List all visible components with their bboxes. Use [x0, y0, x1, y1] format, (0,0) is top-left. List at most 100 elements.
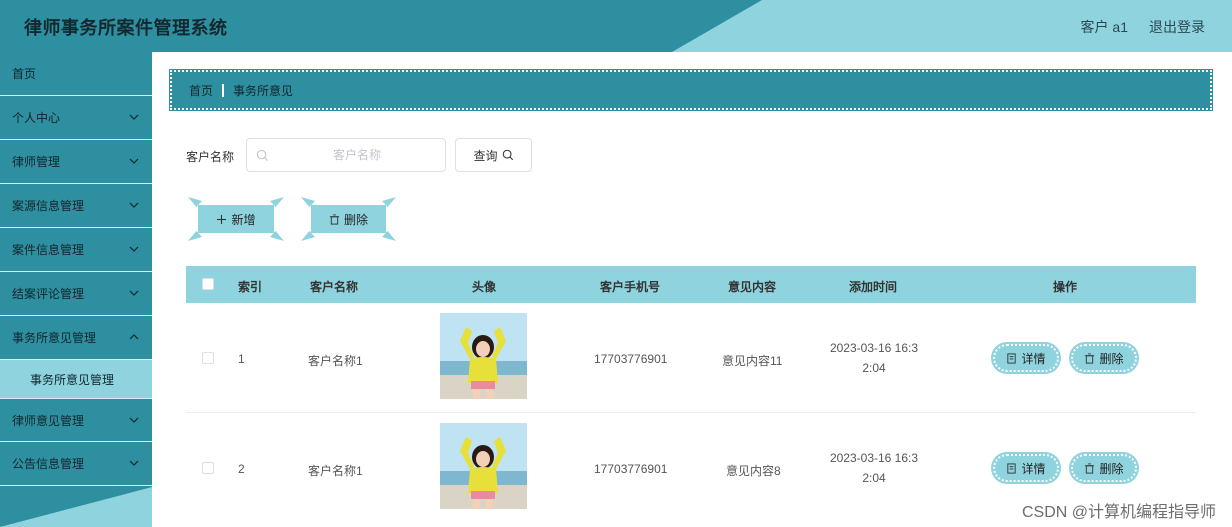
button-decoration [382, 231, 396, 241]
column-header: 客户手机号 [600, 280, 661, 294]
select-all-checkbox[interactable] [202, 278, 214, 290]
sidebar-item-label: 律师意见管理 [12, 413, 85, 428]
sidebar-item-label: 结案评论管理 [12, 287, 85, 301]
row-added-time-line: 2023-03-16 16:3 [829, 341, 919, 355]
chevron-down-icon [129, 246, 139, 252]
sidebar-item-case-source-management[interactable]: 案源信息管理 [0, 184, 152, 228]
document-icon [1007, 462, 1017, 474]
sidebar-item-label: 个人中心 [12, 111, 61, 125]
button-decoration [382, 197, 396, 207]
document-icon [1007, 352, 1017, 364]
plus-icon [217, 214, 227, 224]
row-delete-button[interactable]: 删除 [1071, 344, 1137, 372]
breadcrumb-home[interactable]: 首页 [189, 82, 213, 99]
column-header: 客户名称 [310, 280, 359, 294]
add-button[interactable]: 新增 [188, 197, 284, 241]
row-opinion: 意见内容11 [722, 354, 783, 368]
row-checkbox[interactable] [202, 352, 214, 364]
sidebar-item-label: 事务所意见管理 [12, 331, 97, 345]
column-header: 操作 [1053, 280, 1078, 294]
detail-button[interactable]: 详情 [993, 344, 1059, 372]
top-header: 律师事务所案件管理系统 客户 a1 退出登录 [0, 0, 1232, 52]
chevron-down-icon [129, 417, 139, 423]
sidebar-item-label: 律师管理 [12, 155, 61, 169]
query-button-label: 查询 [473, 148, 498, 163]
row-added-time: 2023-03-16 16:3 2:04 [819, 338, 929, 378]
sidebar-item-label: 案源信息管理 [12, 199, 85, 213]
sidebar-subitem-firm-opinion-management[interactable]: 事务所意见管理 [0, 360, 152, 398]
trash-icon [329, 213, 340, 225]
row-phone: 17703776901 [594, 352, 668, 366]
chevron-down-icon [129, 460, 139, 466]
chevron-up-icon [129, 334, 139, 340]
button-decoration [270, 197, 284, 207]
add-button-label: 新增 [231, 212, 256, 227]
batch-delete-button[interactable]: 删除 [301, 197, 396, 241]
column-header: 索引 [238, 280, 263, 294]
breadcrumb-separator [222, 83, 225, 97]
sidebar-item-personal-center[interactable]: 个人中心 [0, 96, 152, 140]
button-decoration [188, 197, 202, 207]
detail-button-label: 详情 [1021, 461, 1046, 476]
button-decoration [301, 197, 315, 207]
sidebar-item-lawyer-opinion-management[interactable]: 律师意见管理 [0, 398, 152, 442]
row-delete-label: 删除 [1099, 351, 1124, 366]
sidebar-item-announcement-management[interactable]: 公告信息管理 [0, 442, 152, 486]
button-decoration [188, 231, 202, 241]
button-decoration [270, 231, 284, 241]
sidebar-item-home[interactable]: 首页 [0, 52, 152, 96]
sidebar-item-label: 公告信息管理 [12, 457, 85, 471]
current-user[interactable]: 客户 a1 [1081, 17, 1128, 37]
row-delete-label: 删除 [1099, 461, 1124, 476]
sidebar-item-label: 案件信息管理 [12, 243, 85, 257]
row-index: 2 [238, 462, 245, 476]
row-checkbox[interactable] [202, 462, 214, 474]
detail-button[interactable]: 详情 [993, 454, 1059, 482]
table-header: 索引 客户名称 头像 客户手机号 意见内容 添加时间 操作 [186, 266, 1196, 303]
chevron-down-icon [129, 114, 139, 120]
sidebar-item-lawyer-management[interactable]: 律师管理 [0, 140, 152, 184]
row-opinion: 意见内容8 [726, 464, 781, 478]
sidebar-item-label: 事务所意见管理 [30, 372, 115, 387]
sidebar-item-firm-opinion-management[interactable]: 事务所意见管理 [0, 316, 152, 360]
avatar [440, 313, 527, 399]
batch-delete-label: 删除 [343, 212, 368, 227]
search-icon [502, 149, 513, 161]
trash-icon [1085, 352, 1095, 364]
search-icon [256, 149, 269, 162]
sidebar-item-case-info-management[interactable]: 案件信息管理 [0, 228, 152, 272]
column-header: 添加时间 [849, 280, 898, 294]
row-added-time-line: 2023-03-16 16:3 [829, 451, 919, 465]
search-input[interactable] [277, 139, 437, 171]
chevron-down-icon [129, 290, 139, 296]
row-customer-name: 客户名称1 [308, 354, 363, 368]
search-field [246, 138, 446, 172]
chevron-down-icon [129, 158, 139, 164]
header-decoration [672, 0, 1232, 52]
chevron-down-icon [129, 202, 139, 208]
breadcrumb: 首页 事务所意见 [169, 69, 1213, 111]
search-label: 客户名称 [186, 150, 235, 164]
row-added-time-line: 2:04 [862, 361, 886, 375]
query-button[interactable]: 查询 [455, 138, 532, 172]
row-phone: 17703776901 [594, 462, 668, 476]
sidebar: 首页 个人中心 律师管理 案源信息管理 案件信息管理 结案评论管理 事务所意见管… [0, 52, 152, 527]
row-index: 1 [238, 352, 245, 366]
column-header: 头像 [472, 280, 497, 294]
button-decoration [301, 231, 315, 241]
column-header: 意见内容 [728, 280, 777, 294]
opinion-table: 索引 客户名称 头像 客户手机号 意见内容 添加时间 操作 1 客户名称1 17… [186, 266, 1196, 523]
sidebar-item-closing-review-management[interactable]: 结案评论管理 [0, 272, 152, 316]
avatar [440, 423, 527, 509]
table-row: 1 客户名称1 17703776901 意见内容11 2023-03-16 16… [186, 303, 1196, 413]
sidebar-decoration [0, 487, 152, 527]
row-added-time-line: 2:04 [862, 471, 886, 485]
row-customer-name: 客户名称1 [308, 464, 363, 478]
app-title: 律师事务所案件管理系统 [24, 18, 228, 38]
watermark: CSDN @计算机编程指导师 [1021, 504, 1216, 521]
row-delete-button[interactable]: 删除 [1071, 454, 1137, 482]
breadcrumb-current: 事务所意见 [233, 83, 294, 98]
sidebar-item-label: 首页 [12, 67, 37, 81]
logout-link[interactable]: 退出登录 [1149, 17, 1205, 37]
trash-icon [1085, 462, 1095, 474]
